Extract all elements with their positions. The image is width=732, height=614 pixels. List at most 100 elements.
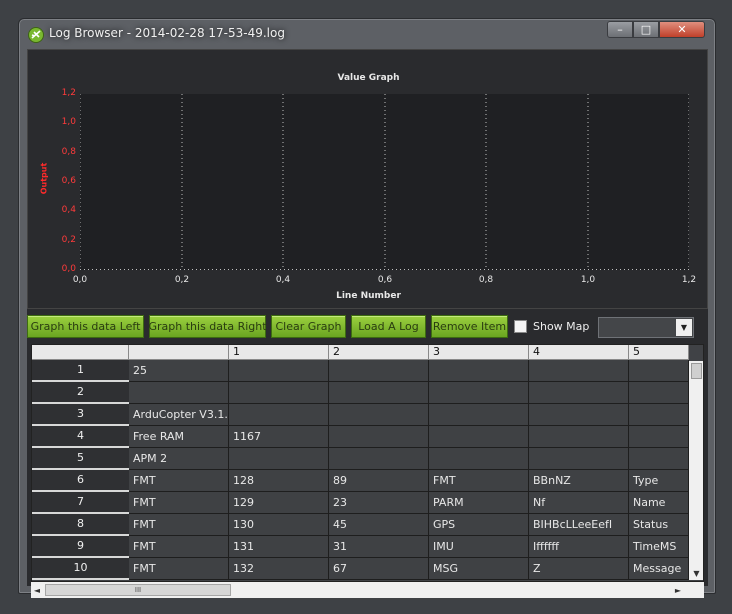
table-cell[interactable] [329, 360, 429, 382]
table-cell[interactable]: TimeMS [629, 536, 689, 558]
vertical-scrollbar[interactable]: ▼ [689, 361, 703, 580]
table-cell[interactable]: Iffffff [529, 536, 629, 558]
table-cell[interactable]: APM 2 [129, 448, 229, 470]
row-header[interactable]: 4 [32, 426, 129, 448]
table-cell[interactable] [529, 426, 629, 448]
table-cell[interactable]: FMT [129, 536, 229, 558]
table-cell[interactable]: 129 [229, 492, 329, 514]
value-graph[interactable]: Value Graph Output 1,2 1,0 0,8 0,6 0,4 0,2 0,0… [27, 49, 708, 309]
table-cell[interactable]: 45 [329, 514, 429, 536]
table-cell[interactable] [629, 448, 689, 470]
table-cell[interactable]: BBnNZ [529, 470, 629, 492]
vertical-scroll-thumb[interactable] [691, 363, 702, 379]
horizontal-scroll-thumb[interactable]: III [45, 584, 231, 596]
close-button[interactable]: ✕ [659, 21, 705, 38]
scroll-left-icon[interactable]: ◄ [31, 582, 43, 598]
table-cell[interactable] [529, 360, 629, 382]
table-cell[interactable]: 132 [229, 558, 329, 580]
table-cell[interactable] [429, 404, 529, 426]
table-cell[interactable] [329, 426, 429, 448]
table-cell[interactable]: Status [629, 514, 689, 536]
column-header[interactable]: 1 [229, 345, 329, 360]
table-cell[interactable]: Nf [529, 492, 629, 514]
table-cell[interactable]: 67 [329, 558, 429, 580]
table-cell[interactable]: Message [629, 558, 689, 580]
table-cell[interactable]: Name [629, 492, 689, 514]
table-cell[interactable]: BIHBcLLeeEefI [529, 514, 629, 536]
row-header[interactable]: 2 [32, 382, 129, 404]
table-cell[interactable] [529, 382, 629, 404]
table-cell[interactable]: GPS [429, 514, 529, 536]
table-cell[interactable]: 1167 [229, 426, 329, 448]
column-header[interactable]: 5 [629, 345, 689, 360]
table-cell[interactable] [329, 382, 429, 404]
table-cell[interactable] [529, 404, 629, 426]
table-cell[interactable]: 89 [329, 470, 429, 492]
table-cell[interactable]: FMT [129, 470, 229, 492]
table-cell[interactable]: FMT [429, 470, 529, 492]
table-cell[interactable] [229, 360, 329, 382]
row-header[interactable]: 7 [32, 492, 129, 514]
column-header[interactable]: 4 [529, 345, 629, 360]
clear-graph-button[interactable]: Clear Graph [271, 315, 346, 338]
show-map-label[interactable]: Show Map [533, 320, 589, 333]
row-header[interactable]: 3 [32, 404, 129, 426]
row-header[interactable]: 10 [32, 558, 129, 580]
row-header[interactable]: 9 [32, 536, 129, 558]
map-dropdown[interactable]: ▼ [598, 317, 694, 338]
table-cell[interactable] [629, 360, 689, 382]
maximize-button[interactable]: □ [633, 21, 659, 38]
row-header[interactable]: 6 [32, 470, 129, 492]
column-header[interactable]: 3 [429, 345, 529, 360]
log-data-grid[interactable]: 1 2 3 4 5 1 25 2 3 ArduCopter V3.1.... 4 Free RAM 11… [31, 344, 704, 582]
table-cell[interactable]: 131 [229, 536, 329, 558]
graph-right-button[interactable]: Graph this data Right [148, 315, 267, 338]
load-log-button[interactable]: Load A Log [351, 315, 426, 338]
table-cell[interactable]: Type [629, 470, 689, 492]
table-cell[interactable]: 130 [229, 514, 329, 536]
table-cell[interactable]: 31 [329, 536, 429, 558]
table-cell[interactable] [329, 404, 429, 426]
table-cell[interactable] [229, 448, 329, 470]
table-cell[interactable]: MSG [429, 558, 529, 580]
table-cell[interactable]: FMT [129, 492, 229, 514]
table-cell[interactable] [629, 426, 689, 448]
table-cell[interactable]: Z [529, 558, 629, 580]
column-header[interactable]: 2 [329, 345, 429, 360]
table-cell[interactable] [329, 448, 429, 470]
table-cell[interactable] [629, 404, 689, 426]
corner-header[interactable] [32, 345, 129, 360]
horizontal-scrollbar[interactable]: ◄ III ► [31, 582, 704, 598]
table-cell[interactable]: FMT [129, 558, 229, 580]
row-header[interactable]: 1 [32, 360, 129, 382]
remove-item-button[interactable]: Remove Item [431, 315, 508, 338]
table-cell[interactable] [129, 382, 229, 404]
scroll-down-icon[interactable]: ▼ [689, 566, 703, 580]
table-cell[interactable] [429, 360, 529, 382]
table-cell[interactable] [529, 448, 629, 470]
table-cell[interactable] [229, 382, 329, 404]
table-cell[interactable] [629, 382, 689, 404]
table-cell[interactable]: 23 [329, 492, 429, 514]
table-cell[interactable] [429, 382, 529, 404]
graph-left-button[interactable]: Graph this data Left [27, 315, 144, 338]
row-header[interactable]: 5 [32, 448, 129, 470]
chevron-down-icon[interactable]: ▼ [676, 319, 692, 336]
column-header[interactable] [129, 345, 229, 360]
table-cell[interactable]: ArduCopter V3.1.... [129, 404, 229, 426]
title-bar[interactable]: Log Browser - 2014-02-28 17-53-49.log – … [19, 19, 715, 49]
table-cell[interactable] [229, 404, 329, 426]
table-cell[interactable]: PARM [429, 492, 529, 514]
plot-area[interactable] [80, 94, 689, 270]
table-cell[interactable] [429, 448, 529, 470]
table-cell[interactable]: 128 [229, 470, 329, 492]
table-cell[interactable] [429, 426, 529, 448]
table-cell[interactable]: FMT [129, 514, 229, 536]
table-cell[interactable]: 25 [129, 360, 229, 382]
scroll-right-icon[interactable]: ► [672, 582, 684, 598]
row-header[interactable]: 8 [32, 514, 129, 536]
table-cell[interactable]: Free RAM [129, 426, 229, 448]
show-map-checkbox[interactable] [514, 320, 527, 333]
table-cell[interactable]: IMU [429, 536, 529, 558]
minimize-button[interactable]: – [607, 21, 633, 38]
